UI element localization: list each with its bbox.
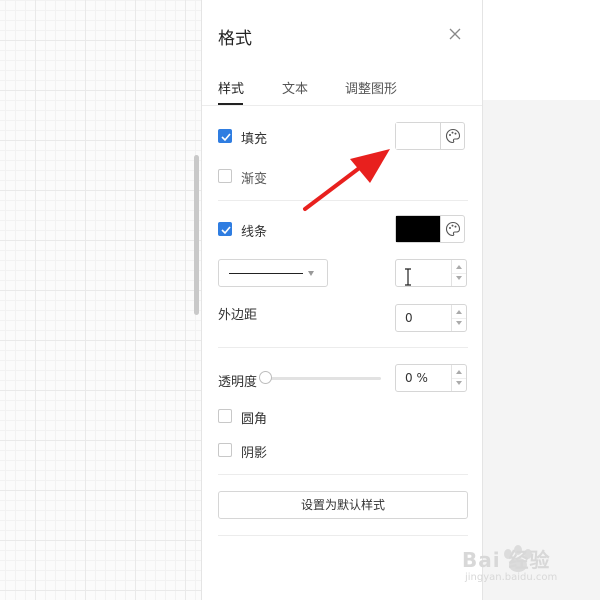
- tabs-divider: [202, 105, 482, 106]
- fill-color-swatch[interactable]: [396, 123, 441, 149]
- tab-text[interactable]: 文本: [282, 78, 308, 97]
- line-style-sample: [229, 273, 303, 274]
- decrement-icon[interactable]: [456, 321, 462, 325]
- decrement-icon[interactable]: [456, 381, 462, 385]
- rounded-corner-checkbox[interactable]: [218, 409, 232, 423]
- stroke-color-swatch[interactable]: [396, 216, 441, 242]
- increment-icon[interactable]: [456, 265, 462, 269]
- chevron-down-icon: [308, 271, 314, 276]
- gradient-label: 渐变: [241, 172, 268, 187]
- stroke-color-picker[interactable]: [395, 215, 465, 243]
- gradient-checkbox[interactable]: [218, 169, 232, 183]
- opacity-slider-track[interactable]: [264, 377, 381, 380]
- section-divider: [218, 347, 468, 348]
- section-divider: [218, 535, 468, 536]
- tab-adjust-shape[interactable]: 调整图形: [345, 78, 397, 97]
- stepper-buttons: [451, 305, 466, 331]
- tab-bar: 样式 文本 调整图形: [202, 70, 482, 106]
- stepper-divider: [452, 273, 466, 274]
- opacity-label: 透明度: [218, 375, 258, 390]
- opacity-value[interactable]: 0 %: [405, 371, 428, 385]
- rounded-corner-label: 圆角: [241, 412, 268, 427]
- stroke-label: 线条: [241, 225, 268, 240]
- fill-checkbox[interactable]: [218, 129, 232, 143]
- fill-color-picker[interactable]: [395, 122, 465, 150]
- text-cursor-icon: [405, 268, 411, 286]
- close-icon[interactable]: [447, 26, 463, 42]
- toolbar-area: [483, 0, 600, 100]
- workspace-area: [483, 100, 600, 600]
- margin-stepper[interactable]: 0: [395, 304, 467, 332]
- panel-title: 格式: [218, 29, 252, 49]
- opacity-stepper[interactable]: 0 %: [395, 364, 467, 392]
- palette-icon[interactable]: [445, 221, 461, 237]
- increment-icon[interactable]: [456, 310, 462, 314]
- annotation-arrow-icon: [303, 149, 390, 211]
- set-default-style-button[interactable]: 设置为默认样式: [218, 491, 468, 519]
- stroke-checkbox[interactable]: [218, 222, 232, 236]
- stepper-buttons: [451, 260, 466, 286]
- shadow-label: 阴影: [241, 446, 268, 461]
- decrement-icon[interactable]: [456, 276, 462, 280]
- stepper-divider: [452, 378, 466, 379]
- line-style-dropdown[interactable]: [218, 259, 328, 287]
- watermark-text: Bai 经验: [462, 548, 551, 572]
- stepper-buttons: [451, 365, 466, 391]
- stepper-divider: [452, 318, 466, 319]
- section-divider: [218, 474, 468, 475]
- canvas-scrollbar[interactable]: [194, 155, 199, 315]
- drawing-canvas-grid[interactable]: [0, 0, 201, 600]
- shadow-checkbox[interactable]: [218, 443, 232, 457]
- fill-label: 填充: [241, 132, 268, 147]
- increment-icon[interactable]: [456, 370, 462, 374]
- opacity-slider-handle[interactable]: [259, 371, 272, 384]
- margin-value[interactable]: 0: [405, 311, 413, 325]
- format-panel: 格式 样式 文本 调整图形 填充 渐变 线条 外边距 0 透明度 0 % 圆角 …: [201, 0, 483, 600]
- watermark-url: jingyan.baidu.com: [465, 572, 558, 583]
- tab-style[interactable]: 样式: [218, 78, 244, 97]
- palette-icon[interactable]: [445, 128, 461, 144]
- margin-label: 外边距: [218, 308, 258, 323]
